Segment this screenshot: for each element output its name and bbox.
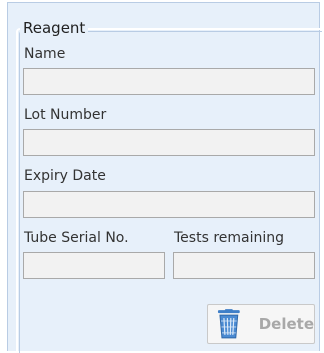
tube-serial-field[interactable] — [23, 252, 165, 279]
name-label: Name — [24, 46, 66, 62]
expiry-date-label: Expiry Date — [24, 168, 106, 184]
trash-bin-icon — [217, 309, 240, 339]
tests-remaining-field[interactable] — [173, 252, 315, 279]
tests-remaining-label: Tests remaining — [174, 230, 285, 246]
delete-button[interactable]: Delete — [207, 304, 315, 344]
name-field[interactable] — [23, 68, 315, 95]
lot-number-field[interactable] — [23, 129, 315, 156]
delete-button-label: Delete — [258, 315, 314, 333]
tube-serial-label: Tube Serial No. — [24, 230, 129, 246]
expiry-date-field[interactable] — [23, 191, 315, 218]
groupbox-title: Reagent — [20, 19, 89, 37]
lot-number-label: Lot Number — [24, 107, 107, 123]
